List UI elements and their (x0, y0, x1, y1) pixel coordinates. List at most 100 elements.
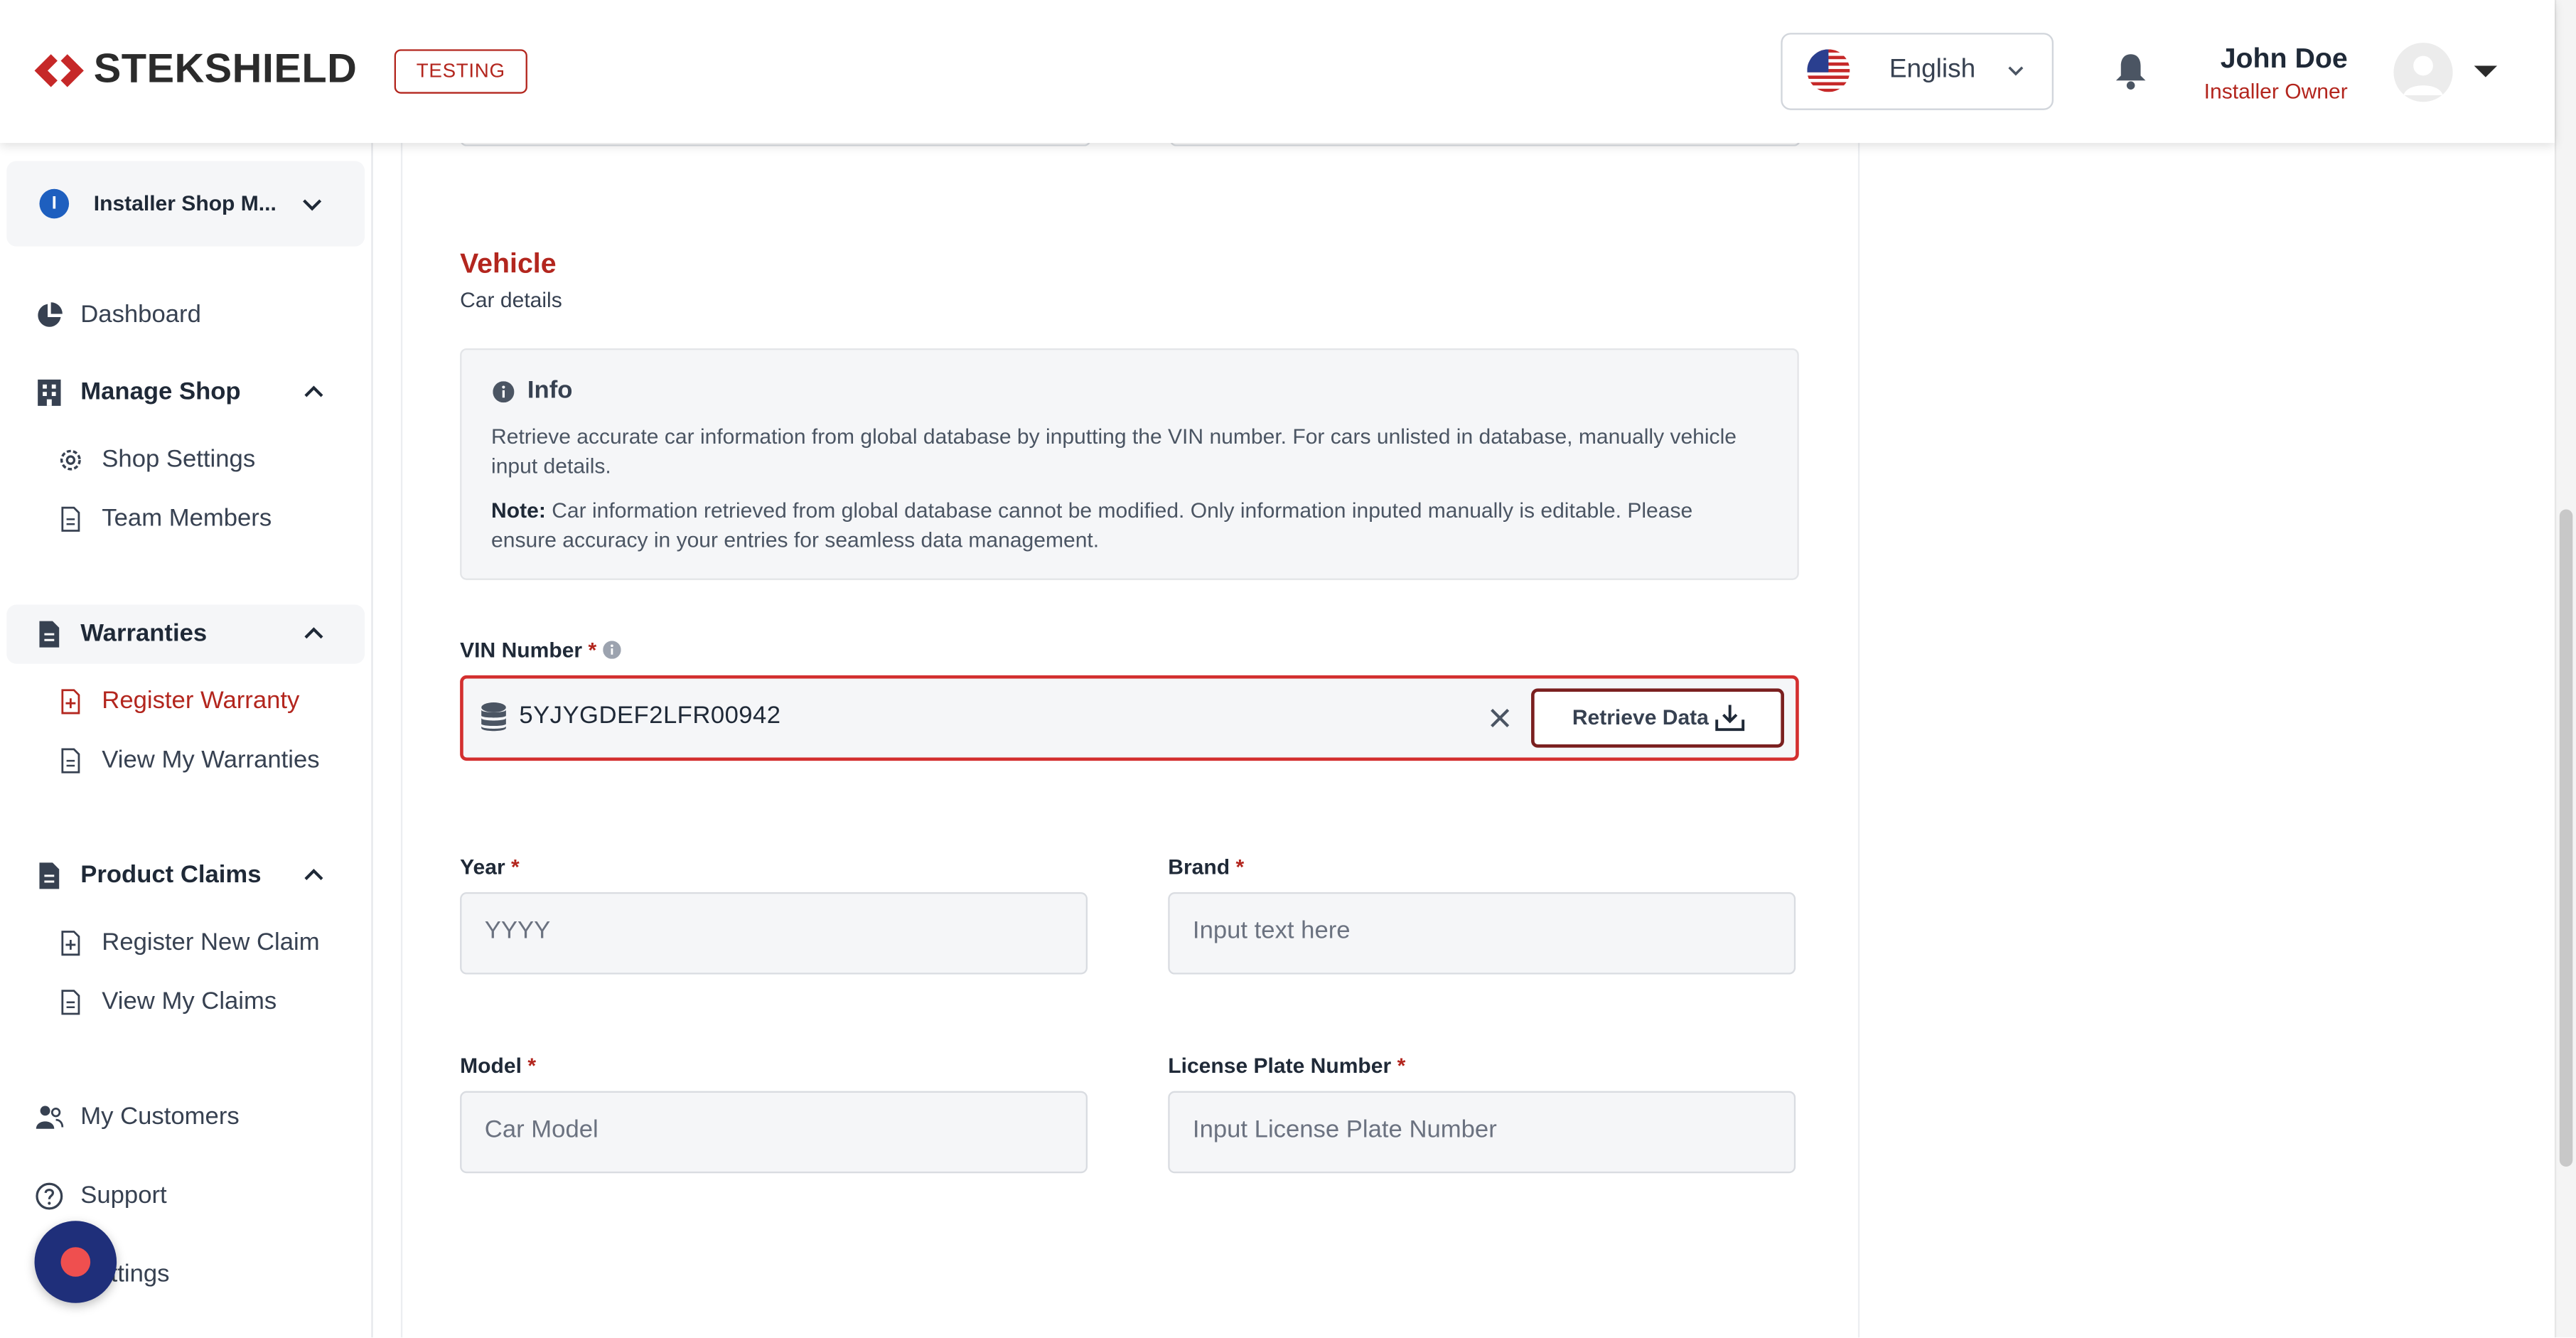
document-icon (61, 990, 80, 1015)
sidebar-item-label: Dashboard (80, 300, 201, 329)
floating-record-button[interactable] (34, 1221, 117, 1303)
brand-label: Brand * (1168, 855, 1244, 879)
brand-label-text: Brand (1168, 854, 1230, 879)
sidebar-item-label: Warranties (80, 619, 208, 648)
logo-text[interactable]: STEKSHIELD (94, 46, 358, 94)
note-label: Note: (491, 498, 546, 523)
sidebar-item-label: Team Members (102, 504, 272, 532)
sidebar: I Installer Shop M... Dashboard Manage S… (0, 143, 373, 1338)
chevron-up-icon (304, 868, 323, 880)
language-label: English (1889, 55, 1976, 84)
notification-bell-icon[interactable] (2113, 51, 2149, 90)
gear-icon (60, 449, 81, 471)
sidebar-item-dashboard[interactable]: Dashboard (0, 291, 371, 340)
required-marker: * (588, 637, 597, 663)
vin-input[interactable]: 5YJYGDEF2LFR00942 Retrieve Data (460, 675, 1799, 761)
year-placeholder: YYYY (484, 916, 551, 945)
shop-switcher[interactable]: I Installer Shop M... (6, 161, 365, 247)
required-marker: * (1235, 854, 1245, 879)
sidebar-item-team-members[interactable]: Team Members (0, 496, 371, 542)
vin-label-text: VIN Number (460, 637, 583, 663)
download-icon (1715, 705, 1745, 732)
chevron-down-icon (2008, 66, 2024, 76)
sidebar-item-label: Support (80, 1181, 167, 1210)
vin-value: 5YJYGDEF2LFR00942 (519, 701, 781, 730)
avatar[interactable] (2393, 43, 2453, 102)
sidebar-item-register-warranty[interactable]: Register Warranty (0, 679, 371, 725)
sidebar-item-label: My Customers (80, 1102, 240, 1131)
environment-badge: TESTING (394, 49, 527, 94)
sidebar-item-label: Product Claims (80, 861, 262, 889)
section-title: Vehicle (460, 247, 557, 279)
sidebar-item-label: Register New Claim (102, 928, 320, 957)
required-marker: * (1397, 1053, 1406, 1079)
sidebar-item-view-my-warranties[interactable]: View My Warranties (0, 738, 371, 784)
retrieve-data-label: Retrieve Data (1572, 705, 1709, 730)
shop-name: Installer Shop M... (93, 191, 277, 215)
required-marker: * (527, 1053, 537, 1079)
building-icon (38, 379, 61, 406)
top-header: STEKSHIELD TESTING English John Doe Inst… (0, 0, 2555, 144)
year-input[interactable]: YYYY (460, 892, 1088, 975)
document-add-icon (61, 689, 80, 715)
user-menu-caret-icon[interactable] (2471, 61, 2501, 81)
section-subtitle: Car details (460, 287, 562, 313)
brand-placeholder: Input text here (1192, 916, 1351, 945)
info-description: Retrieve accurate car information from g… (491, 424, 1737, 478)
pie-chart-icon (38, 302, 63, 327)
model-placeholder: Car Model (484, 1115, 599, 1144)
help-circle-icon (36, 1182, 63, 1210)
chevron-up-icon (304, 385, 323, 397)
sidebar-item-my-customers[interactable]: My Customers (0, 1093, 371, 1142)
language-select[interactable]: English (1781, 33, 2054, 110)
close-icon[interactable] (1488, 707, 1511, 729)
retrieve-data-button[interactable]: Retrieve Data (1531, 688, 1784, 748)
sidebar-item-label: View My Warranties (102, 746, 320, 774)
info-icon (493, 381, 515, 403)
year-label-text: Year (460, 854, 505, 879)
license-plate-label: License Plate Number * (1168, 1053, 1405, 1078)
user-name: John Doe (2220, 43, 2348, 75)
model-input[interactable]: Car Model (460, 1091, 1088, 1174)
sidebar-item-label: View My Claims (102, 988, 277, 1016)
sidebar-item-manage-shop[interactable]: Manage Shop (0, 368, 371, 417)
sidebar-item-register-new-claim[interactable]: Register New Claim (0, 920, 371, 966)
record-dot-icon (60, 1247, 91, 1277)
chevron-up-icon (304, 627, 323, 639)
info-icon[interactable] (603, 641, 621, 659)
user-role: Installer Owner (2204, 78, 2348, 104)
sidebar-item-warranties[interactable]: Warranties (0, 609, 371, 658)
sidebar-item-product-claims[interactable]: Product Claims (0, 851, 371, 900)
shop-initial-badge: I (39, 188, 70, 219)
vin-label: VIN Number * (460, 638, 596, 663)
users-icon (36, 1106, 64, 1129)
sidebar-item-label: Manage Shop (80, 378, 241, 406)
license-plate-label-text: License Plate Number (1168, 1053, 1392, 1079)
license-plate-placeholder: Input License Plate Number (1192, 1115, 1497, 1144)
info-note: Note: Car information retrieved from glo… (491, 496, 1756, 555)
info-panel: Info Retrieve accurate car information f… (460, 348, 1799, 580)
scrollbar-thumb[interactable] (2559, 509, 2573, 1167)
info-title: Info (527, 376, 573, 405)
brand-input[interactable]: Input text here (1168, 892, 1796, 975)
stekshield-logo-icon (34, 54, 84, 87)
year-label: Year * (460, 855, 520, 879)
sidebar-item-label: Shop Settings (102, 445, 256, 473)
database-icon (481, 702, 506, 732)
document-filled-icon (39, 621, 60, 648)
sidebar-item-view-my-claims[interactable]: View My Claims (0, 979, 371, 1025)
chevron-down-icon (303, 199, 322, 211)
model-label-text: Model (460, 1053, 522, 1079)
document-filled-icon (39, 862, 60, 889)
app-window: STEKSHIELD TESTING English John Doe Inst… (0, 0, 2576, 1338)
document-icon (61, 748, 80, 774)
sidebar-item-support[interactable]: Support (0, 1172, 371, 1221)
sidebar-item-shop-settings[interactable]: Shop Settings (0, 437, 371, 483)
document-add-icon (61, 931, 80, 956)
note-text: Car information retrieved from global da… (491, 498, 1693, 552)
document-icon (61, 506, 80, 532)
us-flag-icon (1807, 49, 1850, 92)
sidebar-item-label: Register Warranty (102, 687, 300, 715)
license-plate-input[interactable]: Input License Plate Number (1168, 1091, 1796, 1174)
model-label: Model * (460, 1053, 536, 1078)
